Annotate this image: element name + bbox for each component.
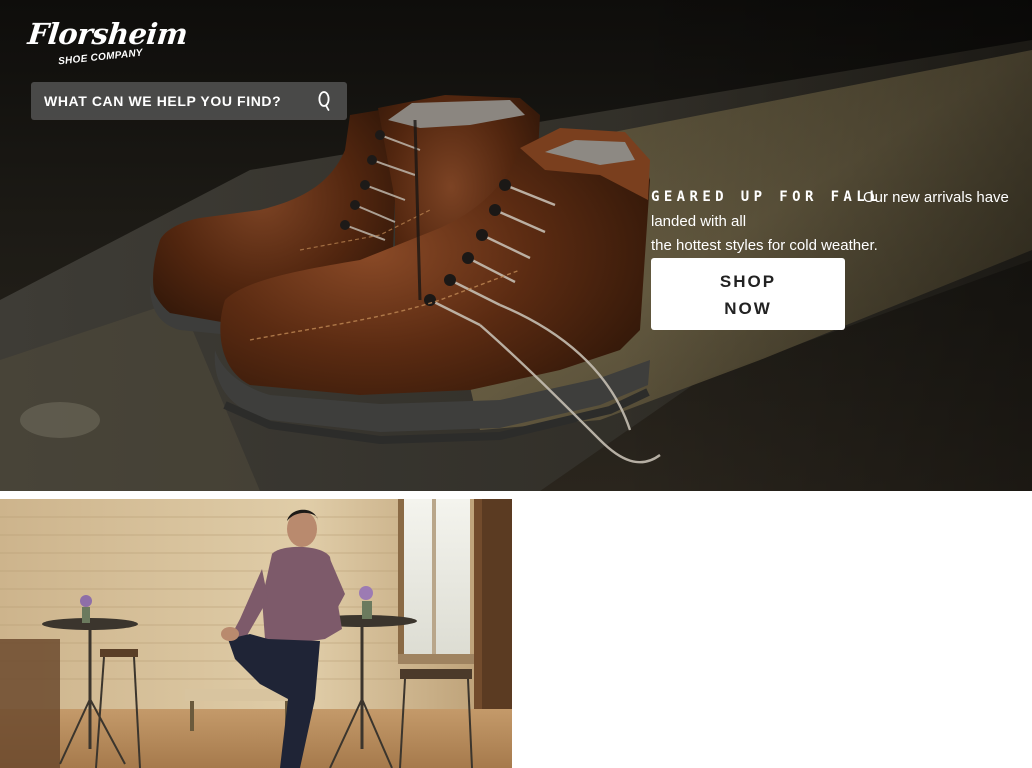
logo-wordmark: Florsheim [26,17,190,51]
shop-now-label-line-1: SHOP [719,272,777,291]
promo-text-line: the hottest styles for cold weather. [651,237,878,254]
lifestyle-tile[interactable] [0,499,512,768]
promo-text-line: Our new arrivals have [863,189,1009,206]
promo-heading: GEARED UP FOR FALL [651,189,882,205]
promo-text-line: landed with all [651,213,747,230]
hero-banner: Florsheim SHOE COMPANY WHAT CAN WE HELP … [0,0,1032,491]
brand-logo[interactable]: Florsheim SHOE COMPANY [26,16,189,74]
search-placeholder: WHAT CAN WE HELP YOU FIND? [44,93,282,109]
search-icon[interactable] [312,89,336,113]
lifestyle-man-cafe-image [0,499,512,768]
home-page: Florsheim SHOE COMPANY WHAT CAN WE HELP … [0,0,1032,768]
search-input[interactable]: WHAT CAN WE HELP YOU FIND? [31,82,347,120]
shop-now-label-line-2: NOW [724,299,772,318]
shop-now-button[interactable]: SHOP NOW [651,258,845,330]
